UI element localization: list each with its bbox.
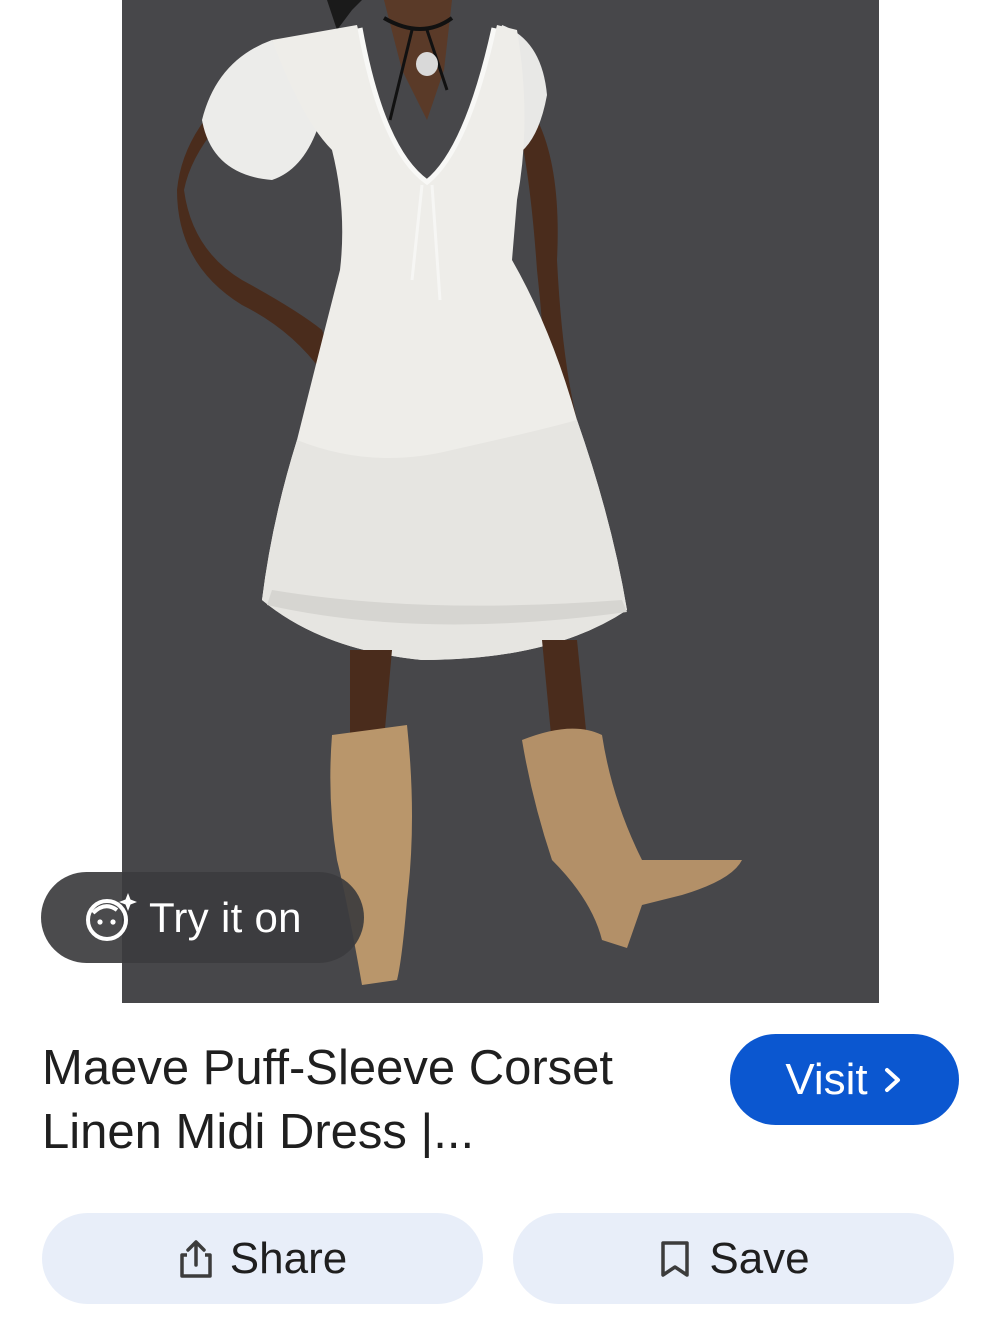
save-button[interactable]: Save — [513, 1213, 954, 1304]
dress-photo-illustration — [122, 0, 879, 1003]
chevron-right-icon — [884, 1067, 900, 1092]
visit-label: Visit — [785, 1054, 868, 1104]
product-title[interactable]: Maeve Puff-Sleeve Corset Linen Midi Dres… — [42, 1036, 702, 1164]
bookmark-icon — [661, 1240, 690, 1277]
product-image[interactable] — [122, 0, 879, 1003]
image-area: Try it on — [0, 0, 1000, 1003]
face-sparkle-icon — [83, 891, 137, 945]
product-result-card: Try it on Maeve Puff-Sleeve Corset Linen… — [0, 0, 1000, 1333]
visit-button[interactable]: Visit — [730, 1034, 959, 1125]
share-label: Share — [229, 1233, 348, 1283]
share-icon — [180, 1239, 212, 1278]
try-it-on-button[interactable]: Try it on — [41, 872, 364, 963]
try-it-on-label: Try it on — [149, 893, 302, 941]
save-label: Save — [709, 1233, 810, 1283]
share-button[interactable]: Share — [42, 1213, 483, 1304]
